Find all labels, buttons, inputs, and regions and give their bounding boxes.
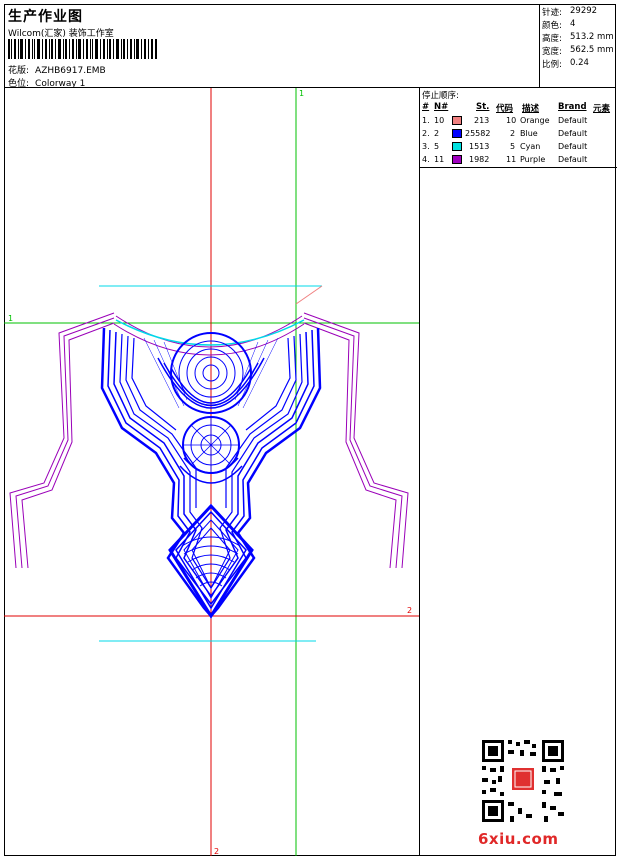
row-num: 4. [422, 155, 430, 164]
table-row: 1. 10 213 10 Orange Default [420, 116, 617, 129]
embroidery-drawing: 1 1 2 2 [4, 88, 419, 856]
row-n: 10 [434, 116, 445, 125]
qr-code [480, 738, 566, 824]
barcode [8, 39, 157, 59]
row-code: 2 [510, 129, 516, 138]
header-panel: 生产作业图 Wilcom(汇家) 装饰工作室 花版: AZHB6917.EMB 色… [4, 4, 540, 89]
stop-sequence-title: 停止顺序: [422, 91, 459, 101]
row-n: 5 [434, 142, 440, 151]
row-st: 25582 [465, 129, 491, 138]
design-canvas: 1 1 2 2 [4, 88, 419, 856]
col-header-brand: Brand [558, 102, 587, 112]
color-swatch [452, 129, 462, 138]
company-name: Wilcom(汇家) 装饰工作室 [8, 29, 114, 39]
design-filename: AZHB6917.EMB [35, 66, 106, 76]
color-swatch [452, 155, 462, 164]
row-code: 5 [510, 142, 516, 151]
stat-label: 高度: [542, 34, 562, 44]
col-header-num: # [422, 102, 430, 112]
row-n: 11 [434, 155, 445, 164]
table-row: 2. 2 25582 2 Blue Default [420, 129, 617, 142]
row-desc: Cyan [520, 142, 541, 151]
row-desc: Purple [520, 155, 546, 164]
row-st: 1982 [469, 155, 490, 164]
row-code: 10 [506, 116, 517, 125]
row-brand: Default [558, 142, 588, 151]
watermark: 6xiu.com [478, 830, 559, 848]
stat-label: 针迹: [542, 8, 562, 18]
row-brand: Default [558, 155, 588, 164]
green-label-left: 1 [8, 314, 13, 323]
stat-stitches: 针迹: 29292 [542, 6, 597, 18]
row-num: 1. [422, 116, 430, 125]
col-header-element: 元素 [593, 104, 611, 114]
row-num: 3. [422, 142, 430, 151]
row-code: 11 [506, 155, 517, 164]
red-label-right: 2 [407, 606, 412, 615]
stat-label: 颜色: [542, 21, 562, 31]
col-header-st: St. [476, 102, 490, 112]
stat-label: 宽度: [542, 47, 562, 57]
row-num: 2. [422, 129, 430, 138]
row-desc: Orange [520, 116, 550, 125]
table-row: 4. 11 1982 11 Purple Default [420, 155, 617, 168]
row-brand: Default [558, 129, 588, 138]
stat-label: 比例: [542, 60, 562, 70]
stat-value: 4 [570, 19, 576, 29]
page-title: 生产作业图 [8, 9, 83, 25]
design-label: 花版: [8, 66, 30, 76]
color-swatch [452, 142, 462, 151]
design-file-line: 花版: AZHB6917.EMB [8, 63, 106, 76]
stats-panel: 针迹: 29292 颜色: 4 高度: 513.2 mm 宽度: 562.5 mm 比例… [540, 4, 616, 88]
col-header-desc: 描述 [522, 104, 540, 114]
row-st: 213 [474, 116, 490, 125]
row-st: 1513 [469, 142, 490, 151]
col-header-n: N# [434, 102, 449, 112]
stat-value: 29292 [570, 6, 598, 16]
stat-scale: 比例: 0.24 [542, 58, 589, 70]
stat-height: 高度: 513.2 mm [542, 32, 614, 44]
stop-sequence-table: 停止顺序: # N# St. 代码 描述 Brand 元素 1. 10 213 … [420, 88, 617, 168]
stat-value: 0.24 [570, 58, 589, 68]
stat-value: 562.5 mm [570, 45, 614, 55]
orange-guide-mark [295, 285, 323, 305]
col-header-code: 代码 [496, 104, 514, 114]
green-label-top: 1 [299, 89, 304, 98]
row-n: 2 [434, 129, 440, 138]
row-desc: Blue [520, 129, 538, 138]
row-brand: Default [558, 116, 588, 125]
color-swatch [452, 116, 462, 125]
stat-colors: 颜色: 4 [542, 19, 575, 31]
red-label-bottom: 2 [214, 847, 219, 856]
table-row: 3. 5 1513 5 Cyan Default [420, 142, 617, 155]
stat-width: 宽度: 562.5 mm [542, 45, 614, 57]
stat-value: 513.2 mm [570, 32, 614, 42]
